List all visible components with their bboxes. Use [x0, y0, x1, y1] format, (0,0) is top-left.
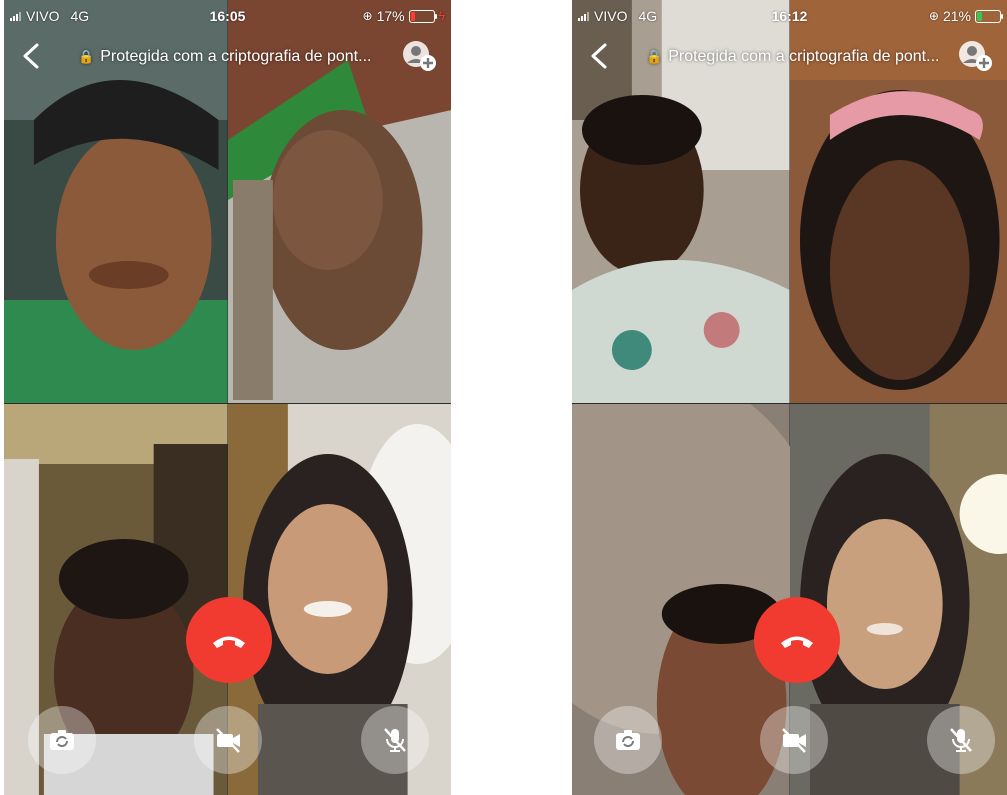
battery-icon	[408, 9, 437, 23]
add-person-icon	[403, 41, 436, 71]
orientation-lock-icon: ⊕	[362, 9, 373, 23]
call-header: 🔒 Protegida com a criptografia de pont..…	[572, 36, 1007, 76]
status-bar: VIVO 4G 16:12 ⊕ 21%	[572, 0, 1007, 32]
add-person-icon	[959, 41, 992, 71]
back-chevron-icon	[23, 43, 39, 69]
end-call-icon	[213, 636, 245, 648]
encryption-text: Protegida com a criptografia de pont...	[668, 48, 940, 65]
encryption-text: Protegida com a criptografia de pont...	[100, 48, 372, 65]
end-call-button[interactable]	[754, 597, 840, 683]
video-toggle-button[interactable]	[760, 706, 828, 774]
video-toggle-button[interactable]	[194, 706, 262, 774]
lock-icon: 🔒	[78, 49, 95, 64]
switch-camera-button[interactable]	[594, 706, 662, 774]
end-call-icon	[781, 636, 813, 648]
back-chevron-icon	[591, 43, 607, 69]
encryption-notice[interactable]: 🔒 Protegida com a criptografia de pont..…	[646, 48, 939, 66]
video-off-icon	[216, 728, 240, 753]
switch-camera-button[interactable]	[28, 706, 96, 774]
lock-icon: 🔒	[646, 49, 663, 64]
status-bar: VIVO 4G 16:05 ⊕ 17% ϟ	[4, 0, 451, 32]
add-participant-button[interactable]	[957, 39, 993, 73]
mute-button[interactable]	[927, 706, 995, 774]
mic-off-icon	[950, 728, 972, 752]
call-screen-right: VIVO 4G 16:12 ⊕ 21% 🔒 Protegida com a cr…	[572, 0, 1007, 795]
call-screen-left: VIVO 4G 16:05 ⊕ 17% ϟ 🔒 Protegida com a …	[4, 0, 451, 795]
add-participant-button[interactable]	[401, 39, 437, 73]
camera-switch-icon	[616, 730, 640, 750]
video-off-icon	[782, 728, 806, 753]
encryption-notice[interactable]: 🔒 Protegida com a criptografia de pont..…	[78, 48, 371, 66]
back-button[interactable]	[18, 42, 46, 70]
battery-percent: 21%	[942, 8, 971, 24]
charging-icon: ϟ	[438, 9, 445, 23]
camera-switch-icon	[50, 730, 74, 750]
end-call-button[interactable]	[186, 597, 272, 683]
back-button[interactable]	[586, 42, 614, 70]
mute-button[interactable]	[361, 706, 429, 774]
call-header: 🔒 Protegida com a criptografia de pont..…	[4, 36, 451, 76]
orientation-lock-icon: ⊕	[928, 9, 939, 23]
battery-icon	[975, 9, 1003, 23]
mic-off-icon	[384, 728, 406, 752]
battery-percent: 17%	[376, 8, 405, 24]
